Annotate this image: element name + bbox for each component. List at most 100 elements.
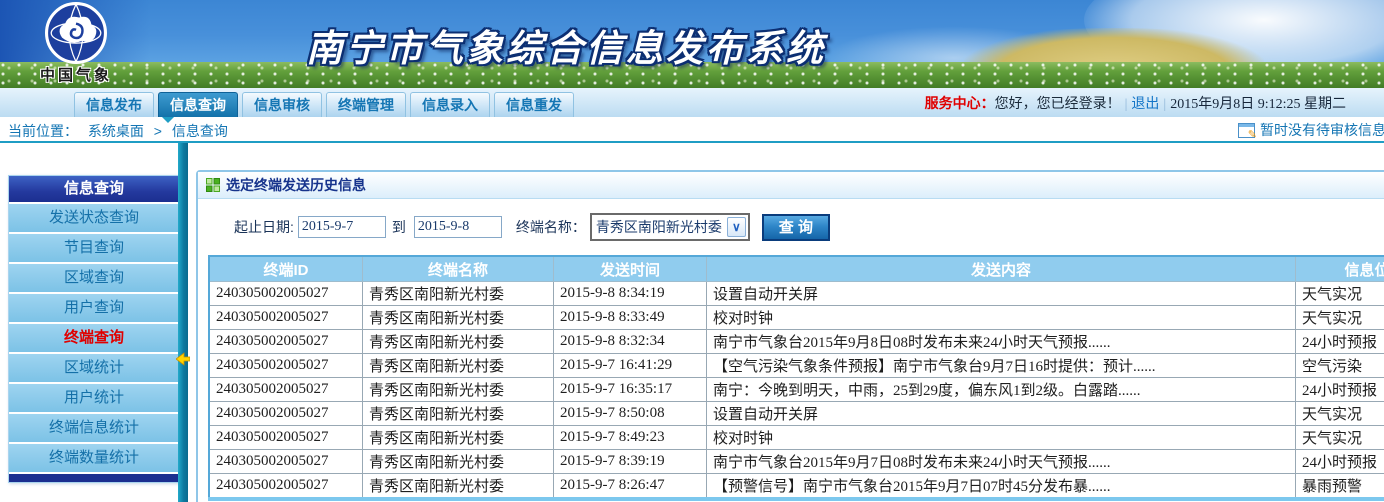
query-button[interactable]: 查 询	[762, 214, 830, 241]
date-range-label: 起止日期:	[234, 217, 294, 237]
terminal-select-value: 青秀区南阳新光村委	[596, 217, 722, 237]
nav-tabs: 信息发布信息查询信息审核终端管理信息录入信息重发	[74, 92, 574, 118]
account-bar: 服务中心：您好，您已经登录！|退出|2015年9月8日 9:12:25 星期二	[925, 93, 1346, 117]
table-row: 240305002005027青秀区南阳新光村委2015-9-7 16:35:1…	[209, 378, 1384, 402]
table-cell: 青秀区南阳新光村委	[363, 474, 554, 500]
tab-info-publish[interactable]: 信息发布	[74, 92, 154, 118]
logo-caption: 中国气象	[18, 64, 134, 85]
table-cell: 天气实况	[1296, 282, 1384, 306]
greeting-text: 您好，您已经登录！	[995, 97, 1121, 112]
tab-info-resend[interactable]: 信息重发	[494, 92, 574, 118]
table-cell: 青秀区南阳新光村委	[363, 450, 554, 474]
sidebar-menu: 发送状态查询节目查询区域查询用户查询终端查询区域统计用户统计终端信息统计终端数量…	[9, 202, 179, 472]
date-from-input[interactable]	[298, 216, 386, 238]
sidebar-item-terminal-query[interactable]: 终端查询	[9, 322, 179, 352]
table-cell: 2015-9-7 16:35:17	[554, 378, 707, 402]
table-row: 240305002005027青秀区南阳新光村委2015-9-7 8:50:08…	[209, 402, 1384, 426]
table-cell: 天气实况	[1296, 426, 1384, 450]
table-cell: 2015-9-7 16:41:29	[554, 354, 707, 378]
separator: |	[1163, 97, 1166, 112]
table-cell: 南宁：今晚到明天，中雨，25到29度，偏东风1到2级。白露踏......	[707, 378, 1296, 402]
audit-notice-text: 暂时没有待审核信息	[1260, 120, 1384, 140]
breadcrumb-bar: 当前位置： 系统桌面 > 信息查询 ✎ 暂时没有待审核信息	[0, 117, 1384, 143]
cma-logo-icon	[45, 2, 107, 64]
col-header-4: 信息位	[1296, 256, 1384, 282]
sidebar-item-send-status-query[interactable]: 发送状态查询	[9, 202, 179, 232]
history-table: 终端ID终端名称发送时间发送内容信息位 240305002005027青秀区南阳…	[208, 255, 1384, 501]
table-cell: 天气实况	[1296, 402, 1384, 426]
table-body: 240305002005027青秀区南阳新光村委2015-9-8 8:34:19…	[209, 282, 1384, 500]
sidebar-item-region-query[interactable]: 区域查询	[9, 262, 179, 292]
table-cell: 240305002005027	[209, 402, 363, 426]
sidebar-item-terminal-count-stats[interactable]: 终端数量统计	[9, 442, 179, 472]
col-header-1: 终端名称	[363, 256, 554, 282]
table-cell: 南宁市气象台2015年9月7日08时发布未来24小时天气预报......	[707, 450, 1296, 474]
breadcrumb: 当前位置： 系统桌面 > 信息查询	[8, 121, 234, 141]
audit-notice: ✎ 暂时没有待审核信息	[1238, 120, 1384, 140]
table-cell: 240305002005027	[209, 330, 363, 354]
tab-info-query[interactable]: 信息查询	[158, 92, 238, 118]
terminal-name-label: 终端名称：	[516, 217, 586, 237]
col-header-2: 发送时间	[554, 256, 707, 282]
table-cell: 24小时预报	[1296, 330, 1384, 354]
sidebar-footer	[9, 472, 179, 482]
date-to-input[interactable]	[414, 216, 502, 238]
panel-header: 选定终端发送历史信息	[198, 172, 1384, 199]
table-cell: 天气实况	[1296, 306, 1384, 330]
table-cell: 2015-9-7 8:49:23	[554, 426, 707, 450]
collapse-arrow-icon[interactable]	[176, 352, 190, 366]
table-cell: 2015-9-8 8:33:49	[554, 306, 707, 330]
tab-info-entry[interactable]: 信息录入	[410, 92, 490, 118]
table-cell: 240305002005027	[209, 282, 363, 306]
query-form: 起止日期: 到 终端名称： 青秀区南阳新光村委 ∨ 查 询	[198, 199, 1384, 255]
table-cell: 240305002005027	[209, 378, 363, 402]
table-cell: 南宁市气象台2015年9月8日08时发布未来24小时天气预报......	[707, 330, 1296, 354]
breadcrumb-home: 系统桌面	[88, 123, 144, 139]
table-cell: 校对时钟	[707, 306, 1296, 330]
sidebar-splitter[interactable]	[178, 143, 188, 502]
service-center-label: 服务中心：	[925, 97, 995, 112]
table-cell: 【空气污染气象条件预报】南宁市气象台9月7日16时提供：预计......	[707, 354, 1296, 378]
chevron-down-icon[interactable]: ∨	[727, 217, 746, 237]
sidebar-item-program-query[interactable]: 节目查询	[9, 232, 179, 262]
table-cell: 240305002005027	[209, 306, 363, 330]
col-header-3: 发送内容	[707, 256, 1296, 282]
table-cell: 青秀区南阳新光村委	[363, 330, 554, 354]
sidebar-item-region-stats[interactable]: 区域统计	[9, 352, 179, 382]
table-cell: 青秀区南阳新光村委	[363, 402, 554, 426]
table-cell: 【预警信号】南宁市气象台2015年9月7日07时45分发布暴......	[707, 474, 1296, 500]
nav-bar: 信息发布信息查询信息审核终端管理信息录入信息重发 服务中心：您好，您已经登录！ |…	[0, 88, 1384, 117]
col-header-0: 终端ID	[209, 256, 363, 282]
table-cell: 24小时预报	[1296, 450, 1384, 474]
breadcrumb-arrow-icon: >	[154, 123, 162, 139]
separator: |	[1125, 97, 1128, 112]
logout-link[interactable]: 退出	[1131, 97, 1159, 112]
sidebar-item-terminal-info-stats[interactable]: 终端信息统计	[9, 412, 179, 442]
tab-terminal-manage[interactable]: 终端管理	[326, 92, 406, 118]
terminal-select[interactable]: 青秀区南阳新光村委 ∨	[590, 213, 750, 241]
breadcrumb-label: 当前位置：	[8, 123, 78, 139]
table-row: 240305002005027青秀区南阳新光村委2015-9-8 8:34:19…	[209, 282, 1384, 306]
table-row: 240305002005027青秀区南阳新光村委2015-9-7 8:39:19…	[209, 450, 1384, 474]
breadcrumb-current: 信息查询	[172, 123, 228, 139]
table-cell: 2015-9-7 8:50:08	[554, 402, 707, 426]
table-cell: 240305002005027	[209, 474, 363, 500]
main-panel: 选定终端发送历史信息 起止日期: 到 终端名称： 青秀区南阳新光村委 ∨ 查 询…	[196, 170, 1384, 502]
page-title: 南宁市气象综合信息发布系统	[306, 18, 826, 72]
table-cell: 设置自动开关屏	[707, 402, 1296, 426]
table-cell: 青秀区南阳新光村委	[363, 354, 554, 378]
sidebar-item-user-stats[interactable]: 用户统计	[9, 382, 179, 412]
table-row: 240305002005027青秀区南阳新光村委2015-9-7 16:41:2…	[209, 354, 1384, 378]
table-cell: 2015-9-8 8:32:34	[554, 330, 707, 354]
sidebar-item-user-query[interactable]: 用户查询	[9, 292, 179, 322]
table-header-row: 终端ID终端名称发送时间发送内容信息位	[209, 256, 1384, 282]
note-pencil-icon: ✎	[1238, 123, 1255, 138]
tab-info-audit[interactable]: 信息审核	[242, 92, 322, 118]
sidebar-header: 信息查询	[9, 176, 179, 202]
table-cell: 青秀区南阳新光村委	[363, 426, 554, 450]
sidebar: 信息查询 发送状态查询节目查询区域查询用户查询终端查询区域统计用户统计终端信息统…	[8, 175, 180, 483]
table-row: 240305002005027青秀区南阳新光村委2015-9-8 8:33:49…	[209, 306, 1384, 330]
table-row: 240305002005027青秀区南阳新光村委2015-9-7 8:49:23…	[209, 426, 1384, 450]
table-cell: 青秀区南阳新光村委	[363, 378, 554, 402]
table-cell: 240305002005027	[209, 426, 363, 450]
